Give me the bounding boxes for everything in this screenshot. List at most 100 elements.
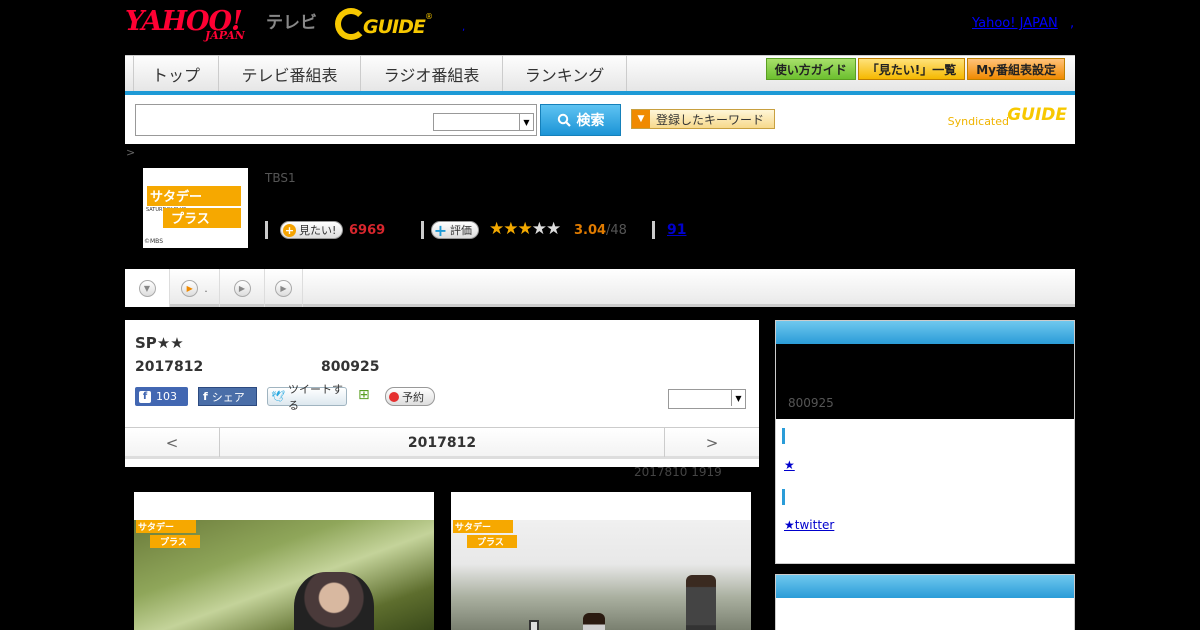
syndicated-label: Syndicated: [947, 115, 1009, 128]
star-full-icon: ★: [489, 219, 504, 239]
facebook-share-button[interactable]: f シェア: [198, 387, 257, 406]
chevron-down-circle-icon: ▼: [138, 279, 156, 297]
rate-button-label: 評価: [450, 224, 472, 237]
sidebar-header: [776, 321, 1074, 344]
photo-bar: [529, 620, 539, 630]
photo-person: [686, 575, 716, 630]
search-category-select[interactable]: ▼: [433, 113, 534, 131]
sidebar-info-block: 800925: [776, 344, 1074, 419]
nav-tab-radio-listings[interactable]: ラジオ番組表: [361, 56, 503, 92]
saved-keywords-label: 登録したキーワード: [656, 112, 765, 127]
section-marker: [782, 489, 785, 505]
subtab-overview[interactable]: ▼: [125, 269, 170, 307]
facebook-icon: f: [139, 390, 151, 403]
gguide-logo[interactable]: GUIDE ®: [335, 8, 435, 40]
search-button-label: 検索: [576, 113, 605, 129]
saved-keywords-button[interactable]: ▼ 登録したキーワード: [631, 109, 775, 129]
yahoo-japan-text: JAPAN: [205, 29, 245, 42]
want-button[interactable]: + 見たい!: [280, 221, 344, 239]
plus-icon: +: [433, 220, 448, 240]
updated-timestamp: 2017810 1919: [634, 465, 722, 479]
program-photo[interactable]: サタデー プラス: [451, 492, 751, 630]
logo-overlay-line2: プラス: [467, 535, 517, 548]
twitter-bird-icon: 🕊: [271, 390, 285, 403]
want-count: 6969: [349, 223, 386, 238]
play-circle-icon: ▶: [181, 279, 199, 297]
rating-score: 3.04: [574, 223, 607, 238]
nav-tabs: トップ テレビ番組表 ラジオ番組表 ランキング: [133, 56, 627, 92]
my-listings-settings-button[interactable]: My番組表設定: [967, 58, 1065, 80]
nav-tab-tv-listings[interactable]: テレビ番組表: [219, 56, 361, 92]
current-date: 2017812: [407, 434, 477, 451]
facebook-share-label: シェア: [211, 390, 245, 404]
triangle-down-icon: ▼: [632, 110, 650, 128]
subtab-item[interactable]: ▶: [265, 269, 303, 307]
want-list-button[interactable]: 「見たい!」一覧: [857, 58, 966, 80]
sidebar-twitter-link[interactable]: ★twitter: [784, 518, 834, 532]
subtab-item[interactable]: ▶: [220, 269, 265, 307]
program-date: 2017812: [135, 359, 204, 375]
nav-tab-ranking[interactable]: ランキング: [503, 56, 627, 92]
reserve-button[interactable]: 予約: [385, 387, 435, 406]
plus-icon: +: [283, 223, 296, 237]
program-logo-overlay: サタデー プラス: [453, 520, 517, 548]
sidebar-time: 800925: [788, 396, 834, 410]
nav-tab-top[interactable]: トップ: [134, 56, 219, 92]
yahoo-japan-logo[interactable]: YAHOO! JAPAN: [125, 6, 263, 42]
registered-mark: ®: [425, 12, 433, 21]
subtab-item[interactable]: ▶ .: [170, 269, 220, 307]
sidebar-panel: 800925 ★ ★twitter: [775, 320, 1075, 564]
chevron-down-icon: ▼: [519, 114, 533, 130]
tv-label[interactable]: テレビ: [266, 8, 317, 33]
subtab-label: .: [204, 281, 208, 295]
action-select[interactable]: ▼: [668, 389, 746, 409]
play-circle-icon: ▶: [275, 279, 292, 297]
date-navigation: < 2017812 >: [125, 427, 759, 459]
usage-guide-button[interactable]: 使い方ガイド: [765, 58, 856, 80]
facebook-like-button[interactable]: f 103: [135, 387, 188, 406]
prev-date-button[interactable]: <: [125, 428, 220, 457]
rating-stars: ★★★★★: [489, 219, 561, 239]
logo-overlay-line1: サタデー: [453, 520, 513, 533]
program-subtabs: ▼ ▶ . ▶ ▶: [125, 269, 1075, 307]
thumbnail-title-line1: サタデー: [147, 186, 241, 206]
divider: [421, 221, 424, 239]
program-photo[interactable]: サタデー プラス: [134, 492, 434, 630]
facebook-icon: f: [203, 390, 208, 403]
facebook-like-count: 103: [156, 390, 177, 403]
breadcrumb[interactable]: >: [126, 146, 135, 159]
divider: [652, 221, 655, 239]
thumbnail-title-line2: プラス: [163, 208, 241, 228]
next-date-button[interactable]: >: [664, 428, 759, 457]
review-count-link[interactable]: 91: [667, 222, 686, 238]
program-detail-panel: SP★★ 2017812 800925 f 103 f シェア 🕊 ツイートする…: [125, 320, 759, 467]
sidebar-header: [776, 575, 1074, 598]
channel-name[interactable]: TBS1: [265, 171, 296, 185]
photo-person: [294, 572, 374, 630]
reserve-label: 予約: [402, 390, 424, 404]
tweet-button[interactable]: 🕊 ツイートする: [267, 383, 347, 412]
program-time: 800925: [321, 359, 380, 375]
rating-total: /48: [606, 223, 627, 238]
photo-person: [583, 613, 605, 630]
tweet-label: ツイートする: [287, 382, 343, 412]
thumbnail-credit: ©MBS: [144, 238, 163, 245]
logo-overlay-line1: サタデー: [136, 520, 196, 533]
global-nav: トップ テレビ番組表 ラジオ番組表 ランキング 使い方ガイド 「見たい!」一覧 …: [125, 55, 1075, 92]
search-button[interactable]: 検索: [540, 104, 621, 136]
header-link-separator: ,: [1070, 16, 1075, 31]
rate-button[interactable]: + 評価: [431, 220, 479, 240]
star-full-icon: ★: [517, 219, 533, 239]
sidebar-link[interactable]: ★: [784, 458, 795, 472]
program-title: SP★★: [135, 334, 184, 352]
record-dot-icon: [389, 391, 399, 402]
star-empty-icon: ★: [531, 219, 547, 239]
add-icon[interactable]: ⊞: [358, 387, 374, 404]
syndicated-logo-text: GUIDE: [1007, 105, 1067, 125]
play-circle-icon: ▶: [233, 279, 251, 297]
search-input[interactable]: ▼: [135, 104, 537, 136]
search-icon: [557, 113, 571, 127]
guide-buttons: 使い方ガイド 「見たい!」一覧 My番組表設定: [765, 58, 1065, 80]
yahoo-japan-link[interactable]: Yahoo! JAPAN: [972, 16, 1058, 31]
want-button-label: 見たい!: [299, 224, 337, 237]
